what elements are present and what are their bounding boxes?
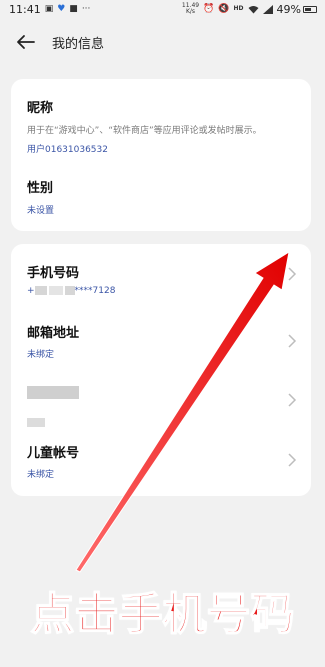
more-icon: ···	[81, 3, 91, 14]
gender-row[interactable]: 性别 未设置	[27, 177, 299, 216]
nickname-row[interactable]: 昵称 用于在“游戏中心”、“软件商店”等应用评论或发帖时展示。 用户016310…	[27, 97, 299, 155]
chevron-right-icon	[288, 334, 297, 348]
net-speed-unit: K/s	[185, 8, 196, 15]
battery-indicator: 49%	[277, 3, 317, 16]
status-bar-left: 11:41 ▣ ♥ ■ ···	[9, 3, 90, 16]
email-value: 未绑定	[27, 350, 55, 360]
wifi-icon	[248, 5, 259, 13]
page-header: 我的信息	[0, 22, 325, 62]
chevron-right-icon	[288, 453, 297, 467]
battery-icon	[303, 5, 317, 13]
child-account-title: 儿童帐号	[27, 446, 80, 461]
email-row[interactable]: 邮箱地址 未绑定	[27, 322, 299, 362]
status-bar-right: 11.49 K/s ⏰ 🔇 HD 49%	[182, 3, 317, 16]
chevron-right-icon	[288, 393, 297, 407]
gender-value: 未设置	[27, 206, 55, 216]
phone-row[interactable]: 手机号码 + ****7128	[27, 262, 299, 302]
redacted-value	[27, 412, 299, 431]
arrow-left-icon	[17, 35, 35, 49]
phone-suffix: ****7128	[74, 286, 116, 296]
phone-prefix: +	[27, 286, 35, 296]
nickname-title: 昵称	[27, 101, 54, 116]
phone-title: 手机号码	[27, 266, 80, 281]
child-account-row[interactable]: 儿童帐号 未绑定	[27, 442, 299, 482]
redacted-title-block	[27, 386, 79, 399]
redacted-row[interactable]	[27, 378, 299, 427]
page-title: 我的信息	[52, 36, 105, 52]
gallery-icon: ▣	[44, 3, 54, 14]
status-time: 11:41	[9, 2, 41, 16]
nickname-description: 用于在“游戏中心”、“软件商店”等应用评论或发帖时展示。	[27, 126, 262, 136]
battery-percent: 49%	[276, 2, 301, 16]
gender-title: 性别	[27, 181, 54, 196]
bag-icon: ■	[69, 3, 78, 14]
child-account-value: 未绑定	[27, 470, 55, 480]
back-button[interactable]	[14, 30, 38, 54]
profile-card: 昵称 用于在“游戏中心”、“软件商店”等应用评论或发帖时展示。 用户016310…	[11, 79, 311, 231]
phone-redacted-3	[64, 286, 75, 295]
hd-icon: HD	[233, 5, 244, 12]
chevron-right-icon	[288, 267, 297, 281]
status-bar: 11:41 ▣ ♥ ■ ··· 11.49 K/s ⏰ 🔇 HD 49%	[0, 0, 325, 18]
phone-redacted-1	[34, 286, 47, 295]
heart-icon: ♥	[57, 3, 66, 14]
account-card: 手机号码 + ****7128 邮箱地址 未绑定 儿童帐号 未绑定	[11, 244, 311, 496]
phone-value: + ****7128	[27, 286, 299, 296]
mute-icon: 🔇	[218, 3, 230, 14]
redacted-title	[27, 382, 299, 401]
email-title: 邮箱地址	[27, 326, 80, 341]
alarm-icon: ⏰	[203, 3, 215, 14]
net-speed: 11.49 K/s	[182, 3, 199, 15]
nickname-value: 用户01631036532	[27, 145, 108, 155]
battery-fill	[305, 7, 311, 11]
annotation-caption: 点击手机号码	[30, 588, 296, 641]
signal-icon	[262, 4, 273, 14]
redacted-value-block	[27, 418, 45, 427]
phone-redacted-2	[48, 286, 63, 295]
